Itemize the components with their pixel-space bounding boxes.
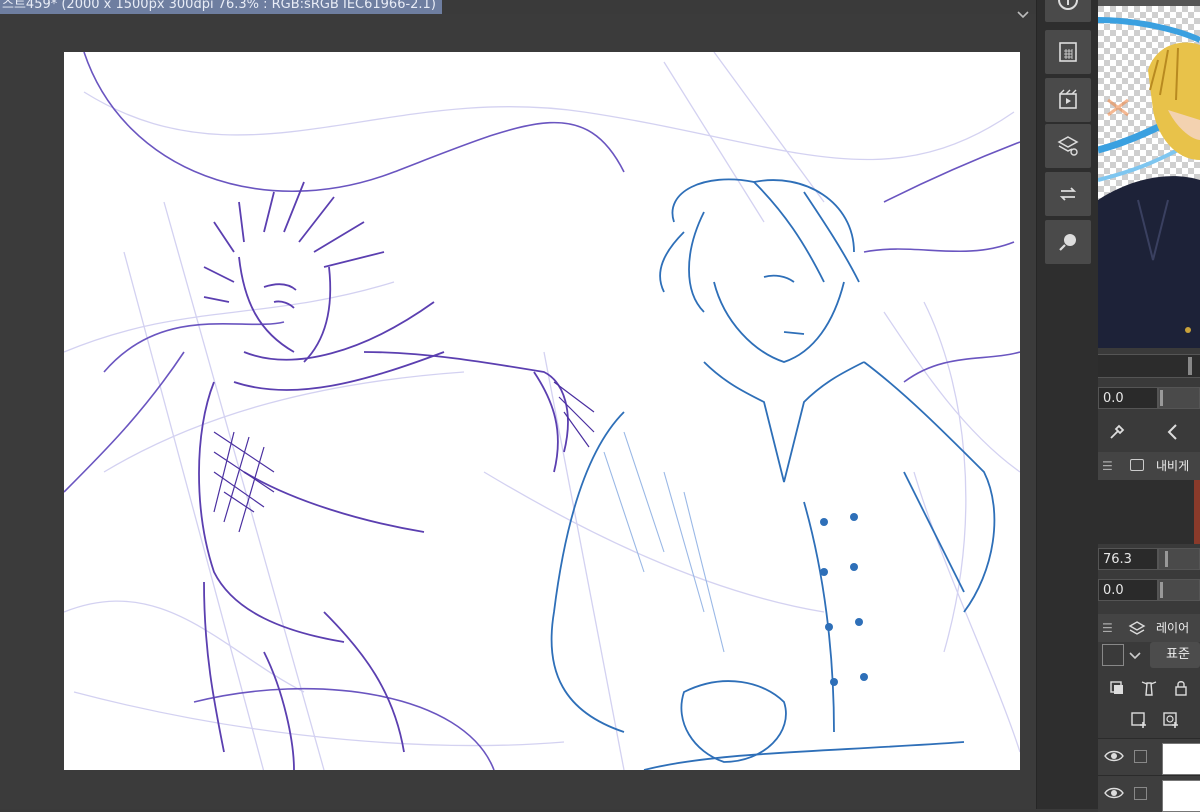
right-panel: 0.0 ☰ 내비게이 76.3 0.0 ☰ 레이어 표준	[1098, 0, 1200, 812]
layer-panel-header[interactable]: ☰ 레이어	[1098, 614, 1200, 642]
angle-slider[interactable]	[1158, 579, 1200, 601]
chevron-down-icon[interactable]	[1128, 648, 1142, 667]
eyedropper-button[interactable]	[1104, 419, 1130, 445]
auto-action-icon	[1059, 187, 1077, 201]
layer-row[interactable]	[1098, 738, 1200, 775]
navigator-icon	[1130, 459, 1144, 471]
layer-thumbnail	[1162, 743, 1200, 775]
info-button[interactable]	[1045, 0, 1091, 22]
navigator-preview[interactable]	[1098, 480, 1200, 544]
new-raster-layer-button[interactable]	[1126, 707, 1152, 733]
layer-row[interactable]	[1098, 775, 1200, 812]
layer-properties-button[interactable]	[1045, 124, 1091, 168]
sketch-artwork	[64, 52, 1020, 770]
navigator-thumbnail[interactable]	[1098, 0, 1200, 348]
eyedropper-icon	[1110, 424, 1125, 439]
new-vector-layer-button[interactable]	[1158, 707, 1184, 733]
zoom-field[interactable]: 76.3	[1098, 548, 1158, 570]
layer-color-swatch[interactable]	[1102, 644, 1124, 666]
layer-panel-title: 레이어	[1156, 621, 1190, 635]
document-title: 스트459* (2000 x 1500px 300dpi 76.3% : RGB…	[2, 0, 436, 12]
document-tab[interactable]: 스트459* (2000 x 1500px 300dpi 76.3% : RGB…	[0, 0, 442, 14]
search-layer-icon	[1059, 234, 1076, 251]
chevron-left-icon	[1167, 424, 1177, 440]
search-layer-button[interactable]	[1045, 220, 1091, 264]
layer-checkbox[interactable]	[1134, 750, 1147, 763]
lock-icon	[1175, 681, 1187, 696]
rotation-slider[interactable]	[1158, 387, 1200, 409]
reference-layer-button[interactable]	[1136, 675, 1162, 701]
flip-left-button[interactable]	[1160, 419, 1186, 445]
layer-tools-row	[1098, 670, 1200, 706]
lighthouse-icon	[1141, 681, 1157, 696]
menu-grip-icon[interactable]: ☰	[1102, 452, 1113, 480]
auto-action-button[interactable]	[1045, 172, 1091, 216]
blend-mode-select[interactable]: 표준	[1150, 642, 1200, 668]
drawing-canvas[interactable]	[64, 52, 1020, 770]
info-icon	[1058, 0, 1078, 10]
canvas-grid-button[interactable]	[1045, 30, 1091, 74]
angle-field[interactable]: 0.0	[1098, 579, 1158, 601]
lock-layer-button[interactable]	[1168, 675, 1194, 701]
navigator-zoom-slider[interactable]	[1098, 354, 1200, 378]
rotation-field[interactable]: 0.0	[1098, 387, 1158, 409]
canvas-area[interactable]	[0, 11, 1036, 809]
clip-layer-icon	[1110, 681, 1123, 694]
clip-layer-button[interactable]	[1104, 675, 1130, 701]
navigator-panel-header[interactable]: ☰ 내비게이	[1098, 452, 1200, 501]
canvas-grid-icon	[1059, 42, 1077, 62]
zoom-slider[interactable]	[1158, 548, 1200, 570]
eye-icon[interactable]	[1104, 786, 1124, 800]
new-vector-layer-icon	[1163, 712, 1178, 728]
layer-checkbox[interactable]	[1134, 787, 1147, 800]
animation-button[interactable]	[1045, 78, 1091, 122]
navigator-tools-row	[1098, 414, 1200, 450]
menu-grip-icon[interactable]: ☰	[1102, 614, 1113, 642]
layer-thumbnail	[1162, 780, 1200, 812]
eye-icon[interactable]	[1104, 749, 1124, 763]
layers-icon	[1128, 621, 1146, 635]
chevron-down-icon[interactable]	[1016, 8, 1032, 24]
layer-properties-icon	[1057, 136, 1079, 156]
slider-handle[interactable]	[1188, 357, 1192, 375]
layer-create-row	[1098, 702, 1200, 738]
reference-character-image	[1098, 17, 1200, 348]
animation-icon	[1059, 89, 1077, 109]
new-layer-icon	[1131, 712, 1146, 728]
tool-strip	[1036, 0, 1099, 809]
